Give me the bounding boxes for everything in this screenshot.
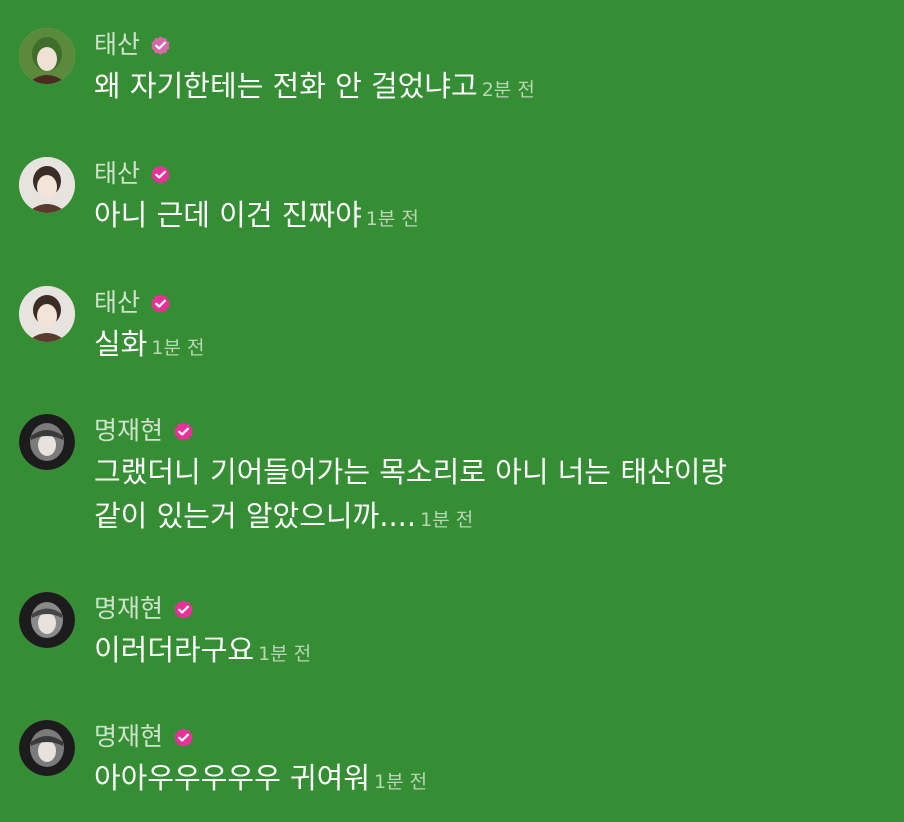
chat-feed: 태산 왜 자기한테는 전화 안 걸었냐고 2분 전 태산 아니 근데 이건 진짜…: [0, 0, 904, 822]
message-time: 1분 전: [374, 771, 428, 793]
verified-badge-icon: [172, 420, 195, 443]
message-text: 실화: [94, 327, 148, 361]
myungjaehyun-avatar-icon[interactable]: [19, 592, 75, 648]
author-name[interactable]: 명재현: [94, 720, 163, 754]
author-name[interactable]: 명재현: [94, 414, 163, 448]
message-text: 그랬더니 기어들어가는 목소리로 아니 너는 태산이랑 같이 있는거 알았으니까…: [94, 455, 728, 533]
message-time: 2분 전: [481, 79, 535, 101]
message-body: 이러더라구요 1분 전: [94, 628, 884, 676]
message-body: 왜 자기한테는 전화 안 걸었냐고 2분 전: [94, 64, 884, 112]
message-body: 실화 1분 전: [94, 322, 884, 370]
verified-badge-icon: [172, 598, 195, 621]
message-body: 그랬더니 기어들어가는 목소리로 아니 너는 태산이랑 같이 있는거 알았으니까…: [94, 450, 884, 542]
message-text: 왜 자기한테는 전화 안 걸었냐고: [94, 69, 478, 103]
message-body: 아아우우우우우 귀여워 1분 전: [94, 756, 884, 804]
taesan-avatar-icon[interactable]: [19, 286, 75, 342]
author-name[interactable]: 태산: [94, 28, 140, 62]
message-body: 아니 근데 이건 진짜야 1분 전: [94, 193, 884, 241]
myungjaehyun-avatar-icon[interactable]: [19, 720, 75, 776]
verified-badge-icon: [149, 34, 172, 57]
message-text: 이러더라구요: [94, 633, 255, 667]
taesan-avatar-icon[interactable]: [19, 157, 75, 213]
message-time: 1분 전: [258, 643, 312, 665]
message-time: 1분 전: [151, 337, 205, 359]
author-name[interactable]: 명재현: [94, 592, 163, 626]
message-text: 아니 근데 이건 진짜야: [94, 198, 362, 232]
verified-badge-icon: [172, 726, 195, 749]
message-time: 1분 전: [420, 509, 474, 531]
taesan-avatar-icon[interactable]: [19, 28, 75, 84]
verified-badge-icon: [149, 163, 172, 186]
author-name[interactable]: 태산: [94, 286, 140, 320]
message-text: 아아우우우우우 귀여워: [94, 761, 371, 795]
message-time: 1분 전: [365, 208, 419, 230]
myungjaehyun-avatar-icon[interactable]: [19, 414, 75, 470]
verified-badge-icon: [149, 292, 172, 315]
author-name[interactable]: 태산: [94, 157, 140, 191]
